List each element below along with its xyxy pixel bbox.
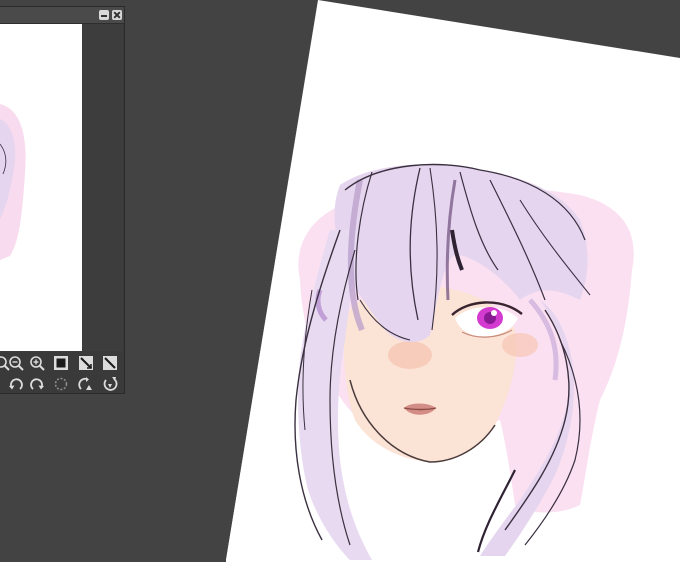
navigator-preview-margin: [83, 24, 123, 351]
flip-vertical-icon[interactable]: [102, 355, 118, 371]
navigator-preview[interactable]: [0, 24, 82, 351]
reset-view-icon[interactable]: [102, 376, 118, 392]
reset-rotation-icon[interactable]: [53, 376, 69, 392]
navigator-panel: [0, 6, 125, 394]
rotate-left-icon[interactable]: [8, 376, 24, 392]
navigator-titlebar[interactable]: [0, 7, 124, 24]
close-icon[interactable]: [112, 10, 122, 20]
minimize-icon[interactable]: [99, 10, 109, 20]
flip-horizontal-icon[interactable]: [78, 355, 94, 371]
fit-screen-icon[interactable]: [53, 355, 69, 371]
zoom-out-icon[interactable]: [8, 355, 24, 371]
navigator-thumbnail: [0, 104, 26, 260]
rotate-right-icon[interactable]: [29, 376, 45, 392]
navigator-toolbar: [0, 353, 124, 395]
rotate-canvas-icon[interactable]: [78, 376, 94, 392]
zoom-in-icon[interactable]: [29, 355, 45, 371]
